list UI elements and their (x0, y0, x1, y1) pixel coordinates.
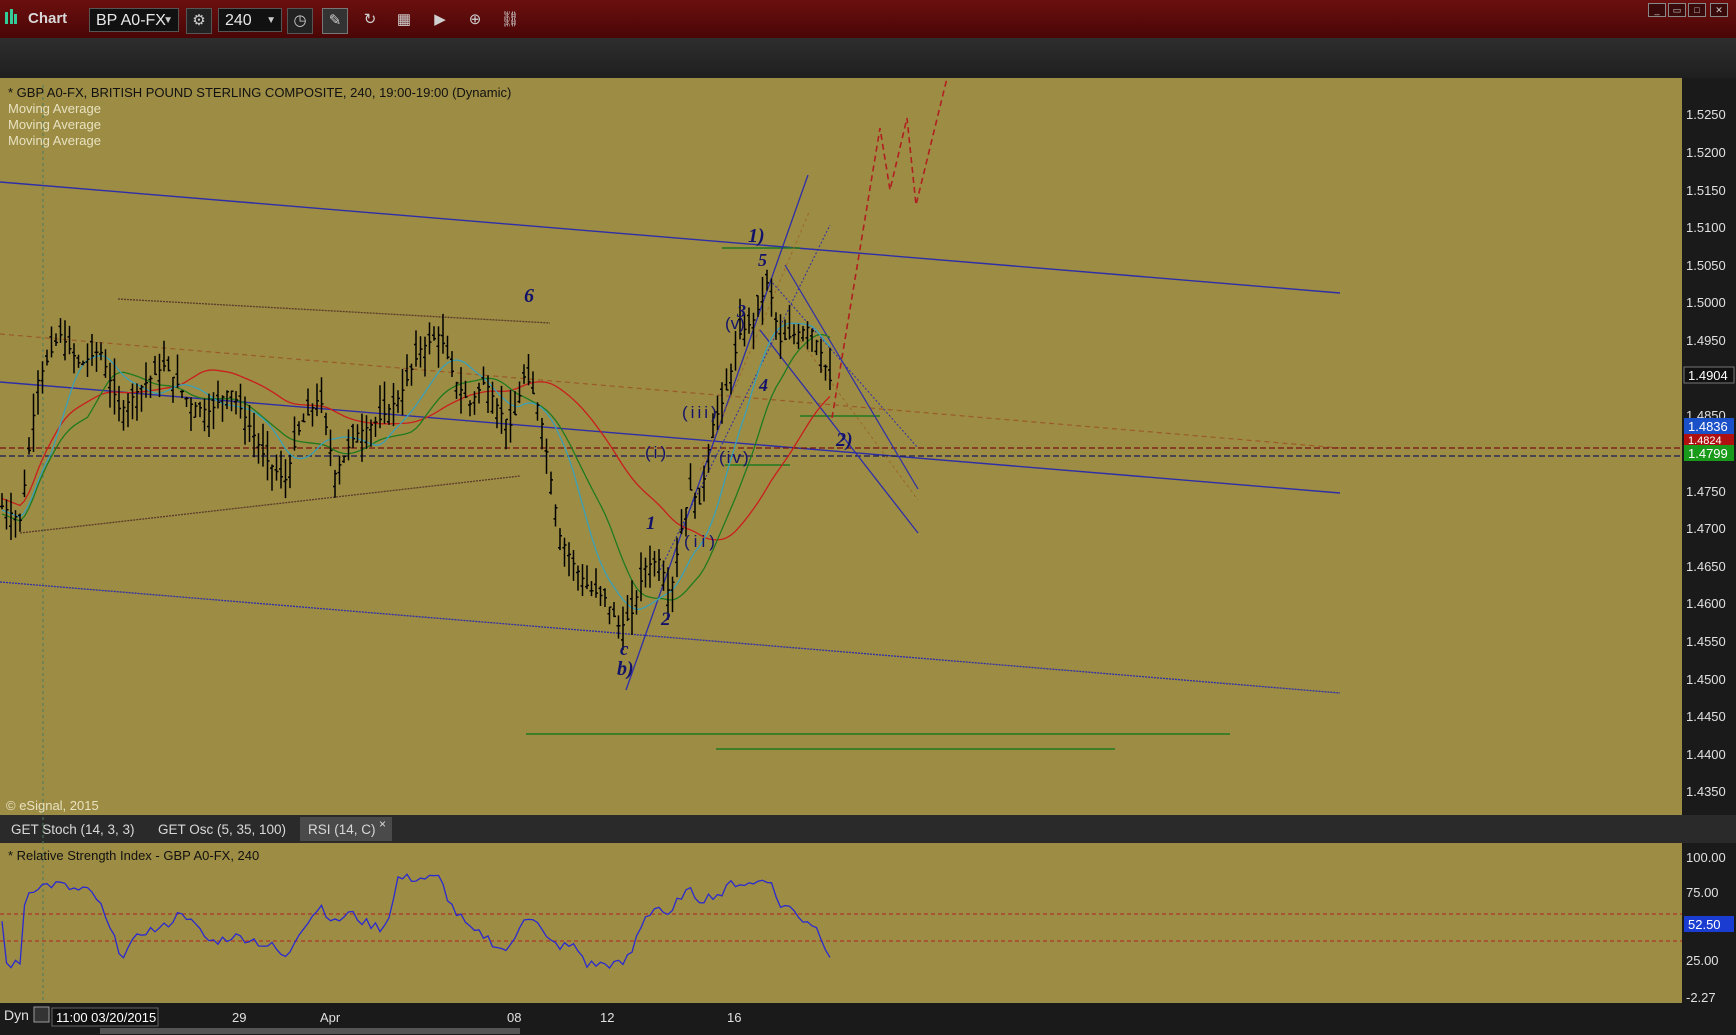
ma-blue-label: 1.4836 (1688, 419, 1728, 434)
minimize-button[interactable]: _ (1648, 3, 1666, 17)
price-tick: 1.5000 (1686, 295, 1726, 310)
tab-stoch[interactable]: GET Stoch (14, 3, 3) (11, 822, 135, 837)
chart-header-line: * GBP A0-FX, BRITISH POUND STERLING COMP… (8, 85, 511, 100)
rsi-tick: -2.27 (1686, 990, 1716, 1005)
last-price-label: 1.4904 (1688, 368, 1728, 383)
wave-label: 2 (660, 609, 671, 630)
rsi-tick: 100.00 (1686, 850, 1726, 865)
price-tick: 1.4450 (1686, 709, 1726, 724)
chart-window: Chart BP A0-FX ▼ ⚙ 240 ▼ ◷ ✎ ↻ ▦ ▶ ⊕ ⛓ _… (0, 0, 1736, 1035)
ma-green-label: 1.4799 (1688, 446, 1728, 461)
wave-label: (iii) (682, 403, 720, 422)
wave-label: 1 (646, 513, 656, 534)
price-tick: 1.5050 (1686, 258, 1726, 273)
time-settings-icon[interactable] (33, 1006, 50, 1023)
rsi-value-label: 52.50 (1688, 917, 1721, 932)
wave-label: 4 (758, 375, 768, 395)
chart-app-icon (4, 6, 18, 28)
rsi-pane[interactable] (0, 843, 1682, 1003)
quote-icon[interactable]: ▦ (392, 8, 416, 32)
interval-input[interactable]: 240 ▼ (218, 8, 282, 32)
copyright-label: © eSignal, 2015 (6, 798, 99, 813)
wave-label: (v) (725, 314, 745, 333)
clock-icon[interactable]: ◷ (287, 8, 313, 34)
chevron-down-icon[interactable]: ▼ (163, 9, 173, 33)
price-tick: 1.4750 (1686, 484, 1726, 499)
wave-label: 6 (524, 285, 534, 307)
study-label: Moving Average (8, 117, 101, 132)
wave-label: (iv) (719, 448, 751, 467)
symbol-input[interactable]: BP A0-FX ▼ (89, 8, 179, 32)
time-mode-label[interactable]: Dyn (4, 1007, 29, 1023)
price-tick: 1.4700 (1686, 521, 1726, 536)
play-icon[interactable]: ▶ (428, 8, 452, 32)
price-tick: 1.4350 (1686, 784, 1726, 799)
chart-canvas[interactable]: * GBP A0-FX, BRITISH POUND STERLING COMP… (0, 78, 1736, 1035)
study-label: Moving Average (8, 101, 101, 116)
price-tick: 1.5150 (1686, 183, 1726, 198)
wave-label: 1) (748, 225, 765, 247)
rsi-tick: 75.00 (1686, 885, 1719, 900)
rsi-tick: 25.00 (1686, 953, 1719, 968)
tab-close-icon[interactable]: × (379, 817, 386, 831)
wave-label: b) (617, 658, 634, 680)
price-tick: 1.5100 (1686, 220, 1726, 235)
wave-label: 5 (758, 250, 767, 270)
symbol-value: BP A0-FX (96, 12, 166, 29)
cursor-time-label: 11:00 03/20/2015 (56, 1010, 156, 1025)
time-tick: 12 (600, 1010, 614, 1025)
pencil-icon[interactable]: ✎ (322, 8, 348, 34)
price-tick: 1.5250 (1686, 107, 1726, 122)
price-tick: 1.4400 (1686, 747, 1726, 762)
wave-label: (ii) (684, 532, 719, 551)
close-button[interactable]: ✕ (1710, 3, 1728, 17)
time-tick: 08 (507, 1010, 521, 1025)
maximize-button[interactable]: □ (1688, 3, 1706, 17)
study-label: Moving Average (8, 133, 101, 148)
settings-gear-icon[interactable]: ⚙ (186, 8, 212, 34)
scrollbar[interactable] (100, 1028, 520, 1034)
drawing-toolbar: ⟋ — │ 〰 ∠ ⋔ ⊿ ◯ ▭ ◇ △ ≋ ᗰ ⫽ ◎ ≡ ☰ ⫼ T ⇧ … (0, 38, 1736, 111)
price-tick: 1.4950 (1686, 333, 1726, 348)
price-tick: 1.4650 (1686, 559, 1726, 574)
rsi-title: * Relative Strength Index - GBP A0-FX, 2… (8, 848, 259, 863)
refresh-icon[interactable]: ↻ (358, 8, 382, 32)
wave-label: 2) (835, 429, 853, 451)
time-tick: 16 (727, 1010, 741, 1025)
title-bar: Chart BP A0-FX ▼ ⚙ 240 ▼ ◷ ✎ ↻ ▦ ▶ ⊕ ⛓ _… (0, 0, 1736, 39)
price-tick: 1.4550 (1686, 634, 1726, 649)
tab-rsi[interactable]: RSI (14, C) (308, 822, 376, 837)
time-tick: Apr (320, 1010, 341, 1025)
window-title: Chart (28, 10, 68, 27)
price-tick: 1.5200 (1686, 145, 1726, 160)
interval-value: 240 (225, 12, 252, 29)
wave-label: c (620, 639, 629, 660)
price-tick: 1.4500 (1686, 672, 1726, 687)
tab-osc[interactable]: GET Osc (5, 35, 100) (158, 822, 286, 837)
wave-label: (i) (645, 443, 669, 462)
restore-button[interactable]: ▭ (1668, 3, 1686, 17)
zoom-icon[interactable]: ⊕ (463, 8, 487, 32)
time-tick: 29 (232, 1010, 246, 1025)
price-tick: 1.4600 (1686, 596, 1726, 611)
chevron-down-icon[interactable]: ▼ (266, 9, 276, 33)
link-icon[interactable]: ⛓ (498, 8, 522, 32)
